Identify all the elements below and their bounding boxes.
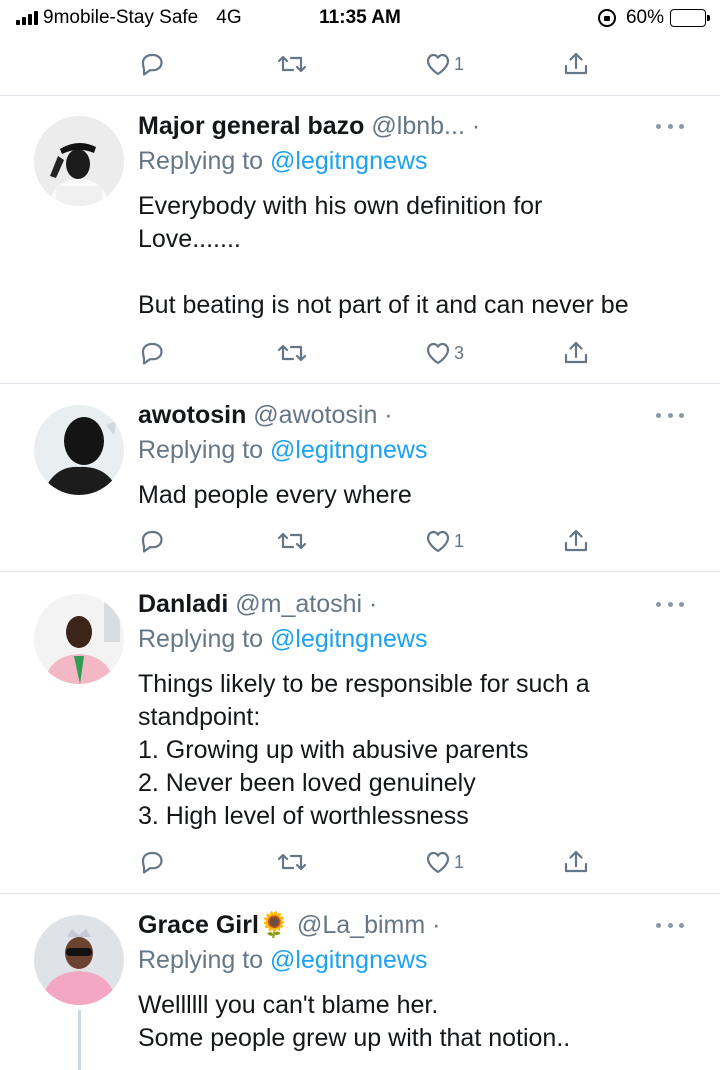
replying-to: Replying to @legitngnews: [138, 623, 427, 655]
battery-icon: [670, 9, 710, 27]
replying-label: Replying to: [138, 147, 264, 175]
avatar[interactable]: [34, 405, 124, 495]
tweet-actions: 3: [0, 333, 720, 373]
reply-icon: [141, 53, 163, 76]
heart-icon: [426, 851, 450, 874]
tweet-text: Wellllll you can't blame her. Some peopl…: [138, 991, 571, 1052]
like-button[interactable]: 1: [424, 521, 464, 561]
username[interactable]: @awotosin ·: [253, 401, 392, 429]
thread-line: [78, 1010, 81, 1070]
retweet-icon: [277, 532, 307, 550]
tweet-header: Major general bazo @lbnb... ·: [138, 110, 480, 142]
replying-to: Replying to @legitngnews: [138, 944, 427, 976]
more-icon[interactable]: [656, 411, 684, 419]
like-button[interactable]: 1: [424, 44, 464, 84]
reply-icon: [141, 851, 163, 874]
share-icon: [564, 52, 588, 75]
reply-button[interactable]: [138, 44, 166, 84]
divider: [0, 95, 720, 96]
display-name[interactable]: Major general bazo: [138, 112, 364, 140]
avatar[interactable]: [34, 915, 124, 1005]
username[interactable]: @m_atoshi ·: [235, 590, 377, 618]
more-icon[interactable]: [656, 921, 684, 929]
share-button[interactable]: [562, 521, 590, 561]
replying-label: Replying to: [138, 946, 264, 974]
replying-label: Replying to: [138, 436, 264, 464]
divider: [0, 383, 720, 384]
heart-icon: [426, 53, 450, 76]
retweet-button[interactable]: [276, 44, 308, 84]
mention-link[interactable]: @legitngnews: [270, 625, 427, 653]
tweet-header: Grace Girl🌻 @La_bimm ·: [138, 909, 440, 941]
orientation-lock-icon: [597, 9, 616, 27]
heart-icon: [426, 342, 450, 365]
like-count: 1: [454, 530, 465, 551]
reply-button[interactable]: [138, 521, 166, 561]
share-icon: [564, 341, 588, 364]
tweet-header: awotosin @awotosin ·: [138, 399, 393, 431]
share-button[interactable]: [562, 842, 590, 882]
like-button[interactable]: 3: [424, 333, 464, 373]
reply-button[interactable]: [138, 333, 166, 373]
share-button[interactable]: [562, 44, 590, 84]
more-icon[interactable]: [656, 122, 684, 130]
username[interactable]: @La_bimm ·: [297, 911, 440, 939]
reply-button[interactable]: [138, 842, 166, 882]
tweet-text: Everybody with his own definition for Lo…: [138, 192, 629, 319]
share-icon: [564, 850, 588, 873]
avatar[interactable]: [34, 594, 124, 684]
tweet-header: Danladi @m_atoshi ·: [138, 588, 377, 620]
replying-label: Replying to: [138, 625, 264, 653]
more-icon[interactable]: [656, 600, 684, 608]
retweet-button[interactable]: [276, 521, 308, 561]
share-icon: [564, 529, 588, 552]
mention-link[interactable]: @legitngnews: [270, 147, 427, 175]
mention-link[interactable]: @legitngnews: [270, 946, 427, 974]
display-name[interactable]: awotosin: [138, 401, 246, 429]
tweet-text: Things likely to be responsible for such…: [138, 670, 590, 830]
tweet-text: Mad people every where: [138, 481, 412, 509]
avatar[interactable]: [34, 116, 124, 206]
tweet-actions: 1: [0, 521, 720, 561]
share-button[interactable]: [562, 333, 590, 373]
battery-percent: 60%: [625, 7, 664, 28]
tweet-actions: 1: [0, 842, 720, 882]
retweet-icon: [277, 853, 307, 871]
username[interactable]: @lbnb... ·: [371, 112, 480, 140]
like-count: 3: [454, 342, 465, 363]
replying-to: Replying to @legitngnews: [138, 434, 427, 466]
reply-icon: [141, 530, 163, 553]
like-button[interactable]: 1: [424, 842, 464, 882]
like-count: 1: [454, 53, 465, 74]
display-name[interactable]: Grace Girl🌻: [138, 911, 290, 939]
retweet-button[interactable]: [276, 333, 308, 373]
tweet-actions: 1: [0, 44, 720, 84]
reply-icon: [141, 342, 163, 365]
replying-to: Replying to @legitngnews: [138, 145, 427, 177]
retweet-icon: [277, 344, 307, 362]
divider: [0, 893, 720, 894]
retweet-icon: [277, 55, 307, 73]
status-bar: 9mobile-Stay Safe 4G 11:35 AM 60%: [0, 0, 720, 36]
divider: [0, 571, 720, 572]
status-right: 60%: [597, 7, 710, 29]
like-count: 1: [454, 851, 465, 872]
heart-icon: [426, 530, 450, 553]
mention-link[interactable]: @legitngnews: [270, 436, 427, 464]
retweet-button[interactable]: [276, 842, 308, 882]
display-name[interactable]: Danladi: [138, 590, 228, 618]
